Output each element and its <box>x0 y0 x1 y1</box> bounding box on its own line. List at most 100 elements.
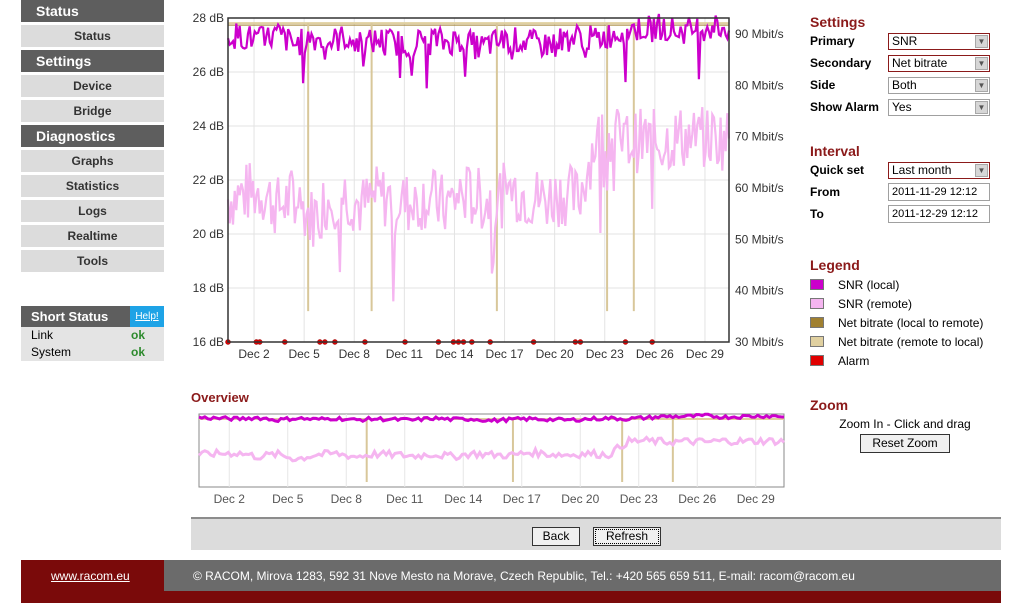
x-tick-label: Dec 11 <box>386 347 423 361</box>
field-label: From <box>810 185 840 199</box>
overview-x-tick-label: Dec 5 <box>272 492 304 506</box>
to-date-input[interactable]: 2011-12-29 12:12 <box>888 205 990 223</box>
footer-link-box: www.racom.eu <box>21 560 164 603</box>
setting-secondary: Secondary Net bitrate ▼ <box>810 52 1000 74</box>
legend-item: SNR (remote) <box>810 294 1000 313</box>
field-label: Quick set <box>810 163 865 177</box>
x-tick-label: Dec 20 <box>536 347 574 361</box>
field-label: To <box>810 207 824 221</box>
from-date-input[interactable]: 2011-11-29 12:12 <box>888 183 990 201</box>
footer-text: © RACOM, Mirova 1283, 592 31 Nove Mesto … <box>193 569 855 583</box>
interval-title: Interval <box>810 143 860 159</box>
legend-label: Net bitrate (local to remote) <box>838 315 984 330</box>
field-label: Show Alarm <box>810 100 879 114</box>
quick-set-select[interactable]: Last month ▼ <box>888 161 990 179</box>
y-right-tick-label: 90 Mbit/s <box>735 27 784 41</box>
y-left-tick-label: 18 dB <box>193 281 224 295</box>
overview-x-tick-label: Dec 23 <box>620 492 658 506</box>
y-left-tick-label: 24 dB <box>193 119 224 133</box>
overview-x-tick-label: Dec 2 <box>214 492 246 506</box>
x-tick-label: Dec 5 <box>288 347 320 361</box>
legend-swatch <box>810 317 824 328</box>
x-tick-label: Dec 17 <box>486 347 524 361</box>
y-left-tick-label: 20 dB <box>193 227 224 241</box>
y-right-tick-label: 50 Mbit/s <box>735 232 784 246</box>
legend-item: SNR (local) <box>810 275 1000 294</box>
legend-item: Net bitrate (remote to local) <box>810 332 1000 351</box>
y-right-tick-label: 30 Mbit/s <box>735 335 784 349</box>
zoom-hint: Zoom In - Click and drag <box>839 417 971 431</box>
chevron-down-icon: ▼ <box>975 34 988 48</box>
y-right-tick-label: 80 Mbit/s <box>735 78 784 92</box>
x-tick-label: Dec 26 <box>636 347 674 361</box>
footer: www.racom.eu © RACOM, Mirova 1283, 592 3… <box>21 560 1001 603</box>
overview-x-tick-label: Dec 8 <box>331 492 363 506</box>
x-tick-label: Dec 29 <box>686 347 724 361</box>
overview-x-tick-label: Dec 14 <box>444 492 482 506</box>
legend-label: Alarm <box>838 353 870 368</box>
settings-title: Settings <box>810 14 866 30</box>
settings-panel: Settings Primary SNR ▼ Secondary Net bit… <box>810 14 1000 118</box>
legend-panel: Legend SNR (local) SNR (remote) Net bitrat… <box>810 257 1000 370</box>
setting-show-alarm: Show Alarm Yes ▼ <box>810 96 1000 118</box>
show-alarm-select[interactable]: Yes ▼ <box>888 98 990 116</box>
legend-item: Alarm <box>810 351 1000 370</box>
legend-swatch <box>810 279 824 290</box>
x-tick-label: Dec 23 <box>586 347 624 361</box>
legend-label: Net bitrate (remote to local) <box>838 334 984 349</box>
interval-quick-set: Quick set Last month ▼ <box>810 159 1000 181</box>
chevron-down-icon: ▼ <box>975 100 988 114</box>
button-bar: Back Refresh <box>191 517 1001 550</box>
chevron-down-icon: ▼ <box>975 163 988 177</box>
x-tick-label: Dec 8 <box>339 347 371 361</box>
interval-from: From 2011-11-29 12:12 <box>810 181 1000 203</box>
y-left-tick-label: 26 dB <box>193 65 224 79</box>
overview-x-tick-label: Dec 29 <box>737 492 775 506</box>
footer-link[interactable]: www.racom.eu <box>51 569 130 583</box>
back-button[interactable]: Back <box>532 527 580 546</box>
refresh-button[interactable]: Refresh <box>593 527 661 546</box>
legend-item: Net bitrate (local to remote) <box>810 313 1000 332</box>
footer-bottom-bar <box>164 591 1001 603</box>
interval-panel: Interval Quick set Last month ▼ From 201… <box>810 143 1000 225</box>
x-tick-label: Dec 14 <box>435 347 473 361</box>
chevron-down-icon: ▼ <box>975 56 988 70</box>
select-value: Yes <box>892 99 912 114</box>
setting-primary: Primary SNR ▼ <box>810 30 1000 52</box>
overview-x-tick-label: Dec 26 <box>678 492 716 506</box>
overview-x-tick-label: Dec 20 <box>561 492 599 506</box>
field-label: Side <box>810 78 836 92</box>
legend-list: SNR (local) SNR (remote) Net bitrate (loca… <box>810 275 1000 370</box>
select-value: Net bitrate <box>892 55 948 70</box>
legend-label: SNR (local) <box>838 277 900 292</box>
primary-select[interactable]: SNR ▼ <box>888 32 990 50</box>
overview-x-tick-label: Dec 17 <box>503 492 541 506</box>
select-value: Last month <box>892 162 952 177</box>
legend-swatch <box>810 355 824 366</box>
secondary-select[interactable]: Net bitrate ▼ <box>888 54 990 72</box>
x-tick-label: Dec 2 <box>238 347 270 361</box>
y-left-tick-label: 22 dB <box>193 173 224 187</box>
legend-label: SNR (remote) <box>838 296 913 311</box>
select-value: SNR <box>892 33 918 48</box>
legend-swatch <box>810 336 824 347</box>
legend-swatch <box>810 298 824 309</box>
legend-title: Legend <box>810 257 860 273</box>
chevron-down-icon: ▼ <box>975 78 988 92</box>
interval-to: To 2011-12-29 12:12 <box>810 203 1000 225</box>
select-value: Both <box>892 77 917 92</box>
y-right-tick-label: 40 Mbit/s <box>735 284 784 298</box>
zoom-panel: Zoom Zoom In - Click and drag Reset Zoom <box>810 397 1000 453</box>
overview-x-tick-label: Dec 11 <box>386 492 423 506</box>
y-left-tick-label: 16 dB <box>193 335 224 349</box>
overview-title: Overview <box>191 390 249 405</box>
zoom-title: Zoom <box>810 397 849 413</box>
page-root: Status Status Settings Device Bridge Diagnost… <box>0 0 1009 606</box>
reset-zoom-button[interactable]: Reset Zoom <box>860 434 950 453</box>
side-select[interactable]: Both ▼ <box>888 76 990 94</box>
series-line-snr-remote <box>226 107 731 302</box>
y-right-tick-label: 60 Mbit/s <box>735 181 784 195</box>
field-label: Secondary <box>810 56 872 70</box>
y-left-tick-label: 28 dB <box>193 11 224 25</box>
y-right-tick-label: 70 Mbit/s <box>735 130 784 144</box>
